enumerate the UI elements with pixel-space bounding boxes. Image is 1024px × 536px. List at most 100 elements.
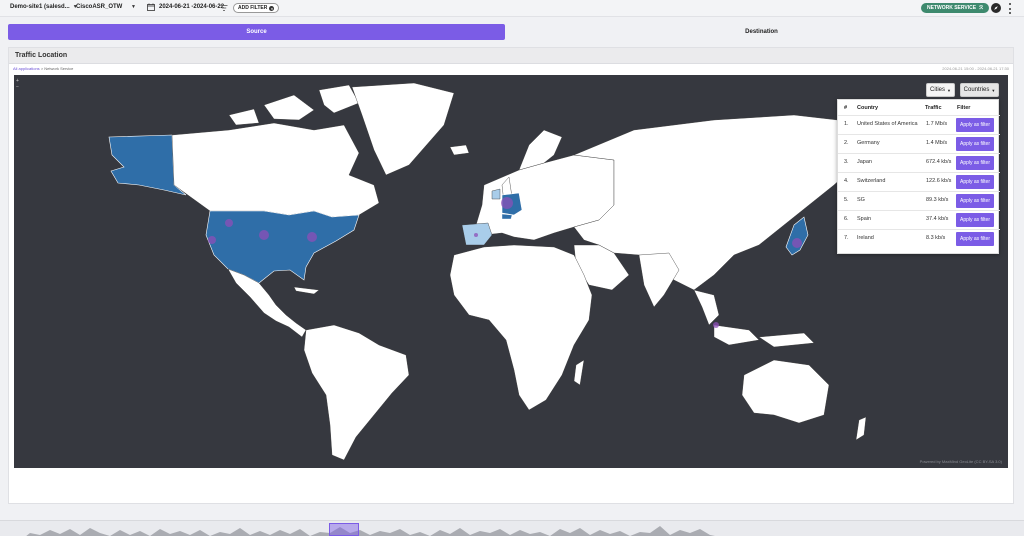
row-traffic: 1.4 Mb/s [926, 140, 948, 146]
time-range-label: 2024-06-21 15:00 - 2024-06-21 17:30 [942, 66, 1009, 71]
row-country: Japan [857, 159, 872, 165]
apply-filter-button[interactable]: Apply as filter [956, 137, 994, 151]
apply-filter-button[interactable]: Apply as filter [956, 118, 994, 132]
region-canada [171, 122, 380, 218]
header-traffic: Traffic [925, 105, 942, 111]
more-menu-icon[interactable] [1007, 3, 1013, 14]
row-traffic: 1.7 Mb/s [926, 121, 948, 127]
region-ireland [491, 188, 501, 200]
service-badge[interactable]: NETWORK SERVICE ℛ [921, 3, 990, 13]
row-country: Spain [857, 216, 872, 222]
world-map[interactable]: + − Cities ▼ Countries ▼ # Country Traff… [14, 75, 1008, 468]
region-japan [785, 216, 809, 256]
traffic-timeline[interactable] [0, 520, 1024, 536]
table-row: 3. Japan 672.4 kb/s Apply as filter [838, 153, 1000, 172]
row-rank: 6. [844, 216, 849, 222]
region-mexico [227, 268, 307, 338]
city-dot [259, 230, 269, 240]
panel-header: Traffic Location [9, 48, 1013, 64]
row-rank: 7. [844, 235, 849, 241]
row-rank: 4. [844, 178, 849, 184]
filter-icon[interactable] [220, 4, 228, 12]
row-rank: 1. [844, 121, 849, 127]
traffic-location-panel: Traffic Location All applications > Netw… [8, 47, 1014, 504]
breadcrumb: All applications > Network Service [13, 66, 73, 71]
tab-source-label: Source [246, 29, 267, 35]
breadcrumb-link[interactable]: All applications [13, 66, 40, 71]
countries-dropdown-button[interactable]: Countries ▼ [960, 83, 999, 97]
row-traffic: 37.4 kb/s [926, 216, 949, 222]
row-rank: 5. [844, 197, 849, 203]
row-traffic: 672.4 kb/s [926, 159, 952, 165]
date-range-picker[interactable]: 2024-06-21 -2024-06-22 [147, 3, 224, 11]
city-dot [225, 219, 233, 227]
caret-down-icon: ▼ [947, 87, 951, 93]
city-dot [792, 238, 802, 248]
table-row: 7. Ireland 8.3 kb/s Apply as filter [838, 229, 1000, 248]
apply-filter-button[interactable]: Apply as filter [956, 232, 994, 246]
add-filter-button[interactable]: ADD FILTER × [233, 3, 280, 13]
row-country: Ireland [857, 235, 874, 241]
service-badge-label: NETWORK SERVICE [927, 5, 977, 11]
breadcrumb-separator: > [40, 66, 44, 71]
row-rank: 3. [844, 159, 849, 165]
table-row: 6. Spain 37.4 kb/s Apply as filter [838, 210, 1000, 229]
table-row: 5. SG 89.3 kb/s Apply as filter [838, 191, 1000, 210]
timeline-brush[interactable] [329, 523, 359, 536]
row-country: SG [857, 197, 865, 203]
map-attribution: Powered by MaxMind GeoLite (CC BY-SA 3.0… [919, 459, 1002, 464]
countries-button-label: Countries [963, 87, 990, 93]
table-row: 4. Switzerland 122.6 kb/s Apply as filte… [838, 172, 1000, 191]
row-traffic: 89.3 kb/s [926, 197, 949, 203]
header-country: Country [857, 105, 879, 111]
timeline-sparkline [26, 526, 715, 536]
region-south-america [303, 324, 410, 461]
top-bar: Demo-site1 (salesd... ▼ CiscoASR_OTW ▼ 2… [0, 0, 1024, 17]
close-icon[interactable]: × [269, 5, 275, 11]
city-dot [713, 322, 719, 328]
city-dot [474, 233, 478, 237]
row-country: Switzerland [857, 178, 886, 184]
date-range-value: 2024-06-21 -2024-06-22 [159, 4, 225, 10]
compass-icon[interactable] [991, 3, 1001, 13]
city-dot [208, 236, 216, 244]
header-filter: Filter [957, 105, 971, 111]
zoom-out-button[interactable]: − [16, 84, 19, 90]
caret-down-icon: ▼ [991, 87, 996, 93]
table-row: 1. United States of America 1.7 Mb/s App… [838, 115, 1000, 134]
network-icon: ℛ [979, 5, 984, 11]
tab-destination[interactable]: Destination [509, 24, 1014, 40]
row-country: United States of America [857, 121, 918, 127]
add-filter-label: ADD FILTER [238, 5, 268, 11]
cities-button-label: Cities [930, 87, 946, 93]
cities-dropdown-button[interactable]: Cities ▼ [926, 83, 955, 97]
tab-source[interactable]: Source [8, 24, 505, 40]
row-country: Germany [857, 140, 880, 146]
row-rank: 2. [844, 140, 849, 146]
region-switzerland [501, 213, 513, 220]
device-select-value: CiscoASR_OTW [76, 4, 123, 10]
countries-table: # Country Traffic Filter 1. United State… [837, 99, 1000, 254]
region-africa [449, 244, 593, 411]
region-australia [741, 359, 830, 424]
device-select[interactable]: CiscoASR_OTW ▼ [76, 4, 136, 10]
apply-filter-button[interactable]: Apply as filter [956, 175, 994, 189]
site-select-value: Demo-site1 (salesd... [10, 4, 70, 10]
region-india [638, 252, 680, 308]
apply-filter-button[interactable]: Apply as filter [956, 213, 994, 227]
city-dot [307, 232, 317, 242]
zoom-controls[interactable]: + − [16, 78, 19, 90]
apply-filter-button[interactable]: Apply as filter [956, 194, 994, 208]
tab-destination-label: Destination [745, 29, 778, 35]
panel-title: Traffic Location [15, 52, 68, 59]
table-row: 2. Germany 1.4 Mb/s Apply as filter [838, 134, 1000, 153]
city-dot [501, 197, 513, 209]
calendar-icon [147, 3, 155, 11]
chevron-down-icon: ▼ [131, 4, 136, 10]
breadcrumb-current: Network Service [44, 66, 74, 71]
region-greenland [351, 82, 455, 176]
row-traffic: 122.6 kb/s [926, 178, 952, 184]
row-traffic: 8.3 kb/s [926, 235, 946, 241]
apply-filter-button[interactable]: Apply as filter [956, 156, 994, 170]
site-select[interactable]: Demo-site1 (salesd... ▼ [10, 4, 78, 10]
